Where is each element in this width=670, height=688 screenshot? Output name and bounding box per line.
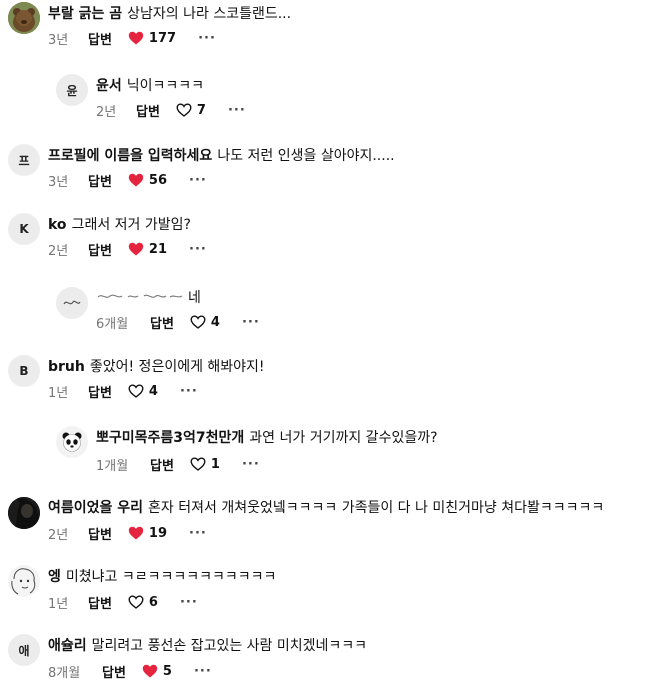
reply-button[interactable]: 답변 xyxy=(88,171,112,190)
author-name[interactable]: 엥 xyxy=(48,569,61,585)
reply-button[interactable]: 답변 xyxy=(88,524,112,543)
heart-outline-icon xyxy=(128,384,144,398)
letter-avatar[interactable]: 윤 xyxy=(56,74,88,106)
heart-filled-icon xyxy=(128,31,144,45)
heart-filled-icon xyxy=(128,173,144,187)
like-count: 177 xyxy=(148,30,177,46)
comment-age: 3년 xyxy=(48,32,69,48)
more-options-button[interactable]: ··· xyxy=(198,31,216,46)
comment-age: 1개월 xyxy=(96,458,129,474)
author-name[interactable]: ko xyxy=(48,217,67,233)
like-button[interactable]: 56 xyxy=(128,173,167,188)
more-options-button[interactable]: ··· xyxy=(189,173,207,188)
bear-photo-avatar[interactable] xyxy=(8,2,40,34)
like-button[interactable]: 5 xyxy=(142,664,172,679)
sketch-avatar[interactable] xyxy=(8,565,40,597)
comment-text: 네 xyxy=(188,290,201,306)
heart-outline-icon xyxy=(190,457,206,471)
author-name[interactable]: bruh xyxy=(48,359,85,375)
comment-text: 말리려고 풍선손 잡고있는 사람 미치겠네ㅋㅋㅋ xyxy=(91,638,368,654)
more-options-button[interactable]: ··· xyxy=(242,315,260,330)
author-name[interactable]: 윤서 xyxy=(96,78,122,94)
more-options-button[interactable]: ··· xyxy=(228,103,246,118)
heart-outline-icon xyxy=(128,595,144,609)
letter-avatar[interactable]: 프 xyxy=(8,144,40,176)
more-options-button[interactable]: ··· xyxy=(180,384,198,399)
comment-age: 3년 xyxy=(48,174,69,190)
comment-text: 좋았어! 정은이에게 해봐야지! xyxy=(89,359,265,375)
like-button[interactable]: 177 xyxy=(128,31,176,46)
dark-photo-avatar[interactable] xyxy=(8,497,40,529)
author-name[interactable]: 부랄 긁는 곰 xyxy=(48,6,122,22)
comment-age: 2년 xyxy=(48,243,69,259)
more-options-button[interactable]: ··· xyxy=(194,664,212,679)
comment-age: 2년 xyxy=(96,104,117,120)
reply-button[interactable]: 답변 xyxy=(88,382,112,401)
author-name[interactable]: 여름이었을 우리 xyxy=(48,500,143,516)
heart-filled-icon xyxy=(142,664,158,678)
like-count: 56 xyxy=(148,172,168,188)
like-count: 4 xyxy=(148,383,158,399)
like-count: 7 xyxy=(196,102,206,118)
panda-avatar[interactable] xyxy=(56,426,88,458)
comment-age: 2년 xyxy=(48,527,69,543)
reply-button[interactable]: 답변 xyxy=(102,662,126,681)
like-count: 21 xyxy=(148,241,168,257)
comment-text: 그래서 저거 가발임? xyxy=(71,217,191,233)
like-button[interactable]: 4 xyxy=(190,315,220,330)
like-button[interactable]: 21 xyxy=(128,242,167,257)
comment-age: 8개월 xyxy=(48,665,81,681)
more-options-button[interactable]: ··· xyxy=(180,595,198,610)
like-button[interactable]: 19 xyxy=(128,526,167,541)
heart-outline-icon xyxy=(176,103,192,117)
letter-avatar[interactable]: 애 xyxy=(8,634,40,666)
reply-button[interactable]: 답변 xyxy=(150,313,174,332)
comment-text: 과연 너가 거기까지 갈수있을까? xyxy=(249,430,438,446)
reply-button[interactable]: 답변 xyxy=(88,29,112,48)
comment-text: 혼자 터져서 개쳐웃었넼ㅋㅋㅋㅋ 가족들이 다 나 미친거마냥 쳐다봘ㅋㅋㅋㅋㅋ xyxy=(148,500,605,516)
reply-button[interactable]: 답변 xyxy=(88,593,112,612)
more-options-button[interactable]: ··· xyxy=(242,457,260,472)
more-options-button[interactable]: ··· xyxy=(189,242,207,257)
letter-avatar[interactable]: K xyxy=(8,213,40,245)
like-button[interactable]: 4 xyxy=(128,384,158,399)
comment-text: 닉이ㅋㅋㅋㅋ xyxy=(126,78,205,94)
like-button[interactable]: 1 xyxy=(190,457,220,472)
reply-button[interactable]: 답변 xyxy=(136,101,160,120)
scribble-avatar[interactable] xyxy=(56,287,88,319)
comment-text: 미쳤냐고 ㅋㄹㅋㅋㅋㅋㅋㅋㅋㅋㅋㅋ xyxy=(65,569,277,585)
comment-age: 1년 xyxy=(48,596,69,612)
reply-button[interactable]: 답변 xyxy=(150,455,174,474)
author-name[interactable]: 애슐리 xyxy=(48,638,87,654)
scribble-name-image[interactable] xyxy=(96,288,184,308)
reply-button[interactable]: 답변 xyxy=(88,240,112,259)
author-name[interactable]: 뽀구미목주름3억7천만개 xyxy=(96,430,244,446)
heart-filled-icon xyxy=(128,242,144,256)
letter-avatar[interactable]: B xyxy=(8,355,40,387)
like-count: 1 xyxy=(210,456,220,472)
like-count: 19 xyxy=(148,525,168,541)
comment-age: 6개월 xyxy=(96,316,129,332)
like-count: 4 xyxy=(210,314,220,330)
like-button[interactable]: 6 xyxy=(128,595,158,610)
like-count: 6 xyxy=(148,594,158,610)
comment-text: 상남자의 나라 스코틀랜드... xyxy=(127,6,292,22)
like-count: 5 xyxy=(162,663,172,679)
like-button[interactable]: 7 xyxy=(176,103,206,118)
author-name[interactable]: 프로필에 이름을 입력하세요 xyxy=(48,148,212,164)
comment-age: 1년 xyxy=(48,385,69,401)
comment-text: 나도 저런 인생을 살아야지..... xyxy=(217,148,395,164)
heart-outline-icon xyxy=(190,315,206,329)
heart-filled-icon xyxy=(128,526,144,540)
more-options-button[interactable]: ··· xyxy=(189,526,207,541)
